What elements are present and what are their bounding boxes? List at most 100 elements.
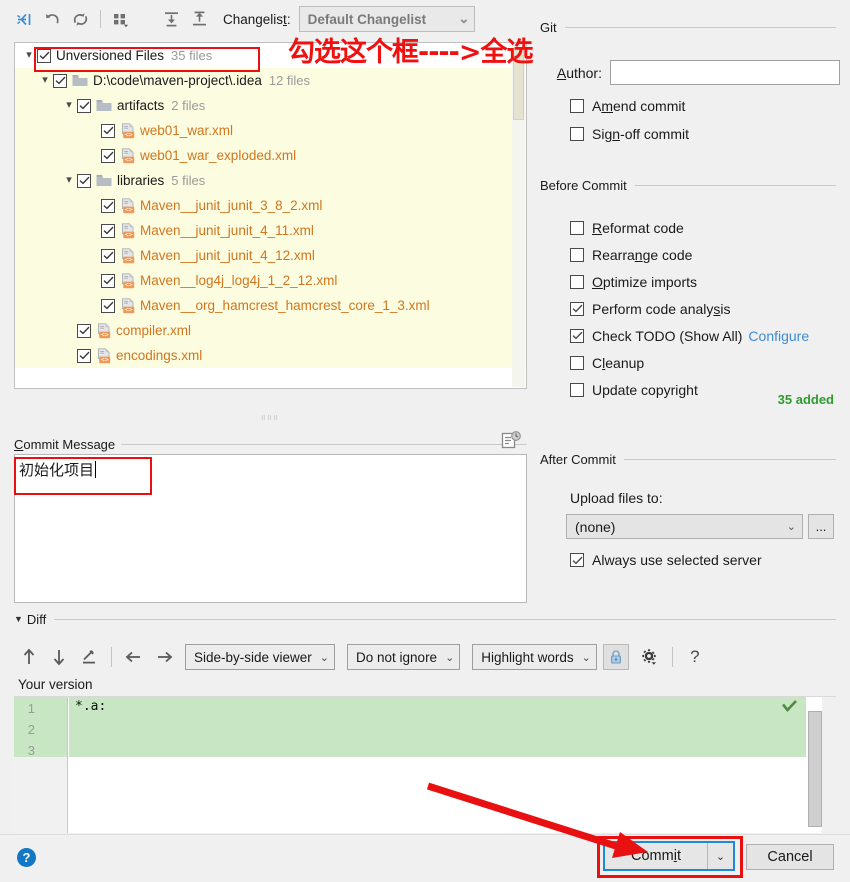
tree-node-checkbox[interactable]: [101, 223, 115, 238]
check-todo-checkbox[interactable]: Check TODO (Show All) Configure: [570, 322, 809, 349]
tree-node-checkbox[interactable]: [77, 323, 91, 338]
ignore-mode-combobox[interactable]: Do not ignore ⌄: [347, 644, 461, 670]
update-copyright-checkbox[interactable]: Update copyright: [570, 376, 809, 403]
rearrange-code-label: Rearrange code: [592, 246, 693, 263]
expand-all-icon[interactable]: [157, 6, 185, 32]
changelist-value: Default Changelist: [307, 11, 427, 27]
chevron-down-icon[interactable]: ▾: [61, 100, 77, 111]
shelve-silently-icon[interactable]: [10, 6, 38, 32]
tree-node-checkbox[interactable]: [53, 73, 67, 88]
tree-node-checkbox[interactable]: [101, 148, 115, 163]
configure-link[interactable]: Configure: [748, 328, 809, 344]
checkbox-box: [570, 99, 584, 113]
tree-row[interactable]: ▾ libraries 5 files: [15, 168, 526, 193]
chevron-down-icon[interactable]: ▾: [61, 175, 77, 186]
tree-row[interactable]: <> encodings.xml: [15, 343, 526, 368]
always-use-selected-server-checkbox[interactable]: Always use selected server: [570, 550, 762, 570]
tree-node-checkbox[interactable]: [101, 298, 115, 313]
diff-section-header[interactable]: ▼ Diff: [14, 611, 836, 627]
tree-node-label: encodings.xml: [116, 348, 203, 363]
upload-server-combobox[interactable]: (none) ⌄: [566, 514, 803, 539]
changelist-combobox[interactable]: Default Changelist ⌄: [298, 6, 475, 32]
tree-node-label: D:\code\maven-project\.idea: [93, 73, 262, 88]
tree-node-checkbox[interactable]: [101, 273, 115, 288]
diff-toolbar: Side-by-side viewer ⌄ Do not ignore ⌄ Hi…: [14, 641, 814, 673]
tree-node-checkbox[interactable]: [77, 98, 91, 113]
folder-icon: [96, 174, 112, 188]
svg-text:<>: <>: [125, 205, 133, 213]
chevron-down-icon[interactable]: ▾: [21, 50, 37, 61]
browse-servers-button[interactable]: ...: [808, 514, 834, 539]
xml-file-icon: <>: [120, 222, 136, 239]
tree-row[interactable]: <> Maven__org_hamcrest_hamcrest_core_1_3.…: [15, 293, 526, 318]
next-difference-icon[interactable]: [44, 644, 74, 670]
tree-row[interactable]: ▾ artifacts 2 files: [15, 93, 526, 118]
tree-row[interactable]: <> Maven__junit_junit_4_12.xml: [15, 243, 526, 268]
tree-node-checkbox[interactable]: [77, 173, 91, 188]
tree-vertical-scrollbar[interactable]: [512, 44, 525, 387]
tree-node-label: Unversioned Files: [56, 48, 165, 63]
svg-text:<>: <>: [125, 280, 133, 288]
tree-node-label: web01_war.xml: [140, 123, 234, 138]
optimize-imports-label: Optimize imports: [592, 273, 698, 290]
cancel-button[interactable]: Cancel: [746, 844, 834, 870]
tree-node-checkbox[interactable]: [77, 348, 91, 363]
annotation-red-text: 勾选这个框---->全选: [288, 37, 533, 68]
tree-node-label: Maven__junit_junit_4_12.xml: [140, 248, 315, 263]
always-use-selected-server-label: Always use selected server: [592, 552, 762, 568]
tree-row[interactable]: <> compiler.xml: [15, 318, 526, 343]
group-by-icon[interactable]: [107, 6, 135, 32]
tree-node-checkbox[interactable]: [101, 198, 115, 213]
apply-right-icon[interactable]: [149, 644, 179, 670]
tree-node-label: compiler.xml: [116, 323, 192, 338]
refresh-icon[interactable]: [66, 6, 94, 32]
rollback-icon[interactable]: [38, 6, 66, 32]
chevron-down-icon[interactable]: ▾: [37, 75, 53, 86]
reformat-code-checkbox[interactable]: Reformat code: [570, 214, 809, 241]
sign-off-commit-checkbox[interactable]: Sign-off commit: [570, 124, 689, 144]
after-commit-group-header: After Commit: [540, 452, 836, 467]
gear-icon[interactable]: [635, 644, 665, 670]
tree-row[interactable]: <> Maven__junit_junit_3_8_2.xml: [15, 193, 526, 218]
author-input[interactable]: [610, 60, 840, 85]
history-icon[interactable]: [500, 430, 522, 450]
check-todo-label: Check TODO (Show All): [592, 327, 743, 344]
horizontal-splitter[interactable]: ⣿⣿⣿: [255, 415, 285, 423]
perform-code-analysis-checkbox[interactable]: Perform code analysis: [570, 295, 809, 322]
tree-row[interactable]: <> web01_war.xml: [15, 118, 526, 143]
checkbox-box: [570, 220, 584, 235]
help-icon[interactable]: ?: [17, 848, 36, 867]
collapse-all-icon[interactable]: [185, 6, 213, 32]
xml-file-icon: <>: [120, 272, 136, 289]
editor-vertical-scrollbar[interactable]: [808, 711, 822, 827]
commit-options-dropdown[interactable]: ⌄: [707, 843, 733, 869]
viewer-mode-combobox[interactable]: Side-by-side viewer ⌄: [185, 644, 336, 670]
tree-row[interactable]: ▾ D:\code\maven-project\.idea 12 files: [15, 68, 526, 93]
tree-node-checkbox[interactable]: [37, 48, 51, 63]
cleanup-checkbox[interactable]: Cleanup: [570, 349, 809, 376]
lock-icon[interactable]: [602, 644, 629, 670]
line-number: 2: [27, 722, 35, 737]
help-icon[interactable]: ?: [680, 644, 710, 670]
amend-commit-checkbox[interactable]: Amend commit: [570, 96, 689, 116]
edit-pencil-icon[interactable]: [74, 644, 104, 670]
tree-row[interactable]: <> web01_war_exploded.xml: [15, 143, 526, 168]
highlight-mode-combobox[interactable]: Highlight words ⌄: [472, 644, 597, 670]
previous-difference-icon[interactable]: [14, 644, 44, 670]
optimize-imports-checkbox[interactable]: Optimize imports: [570, 268, 809, 295]
toolbar-divider: [671, 647, 673, 667]
gutter-added-highlight: [14, 697, 67, 757]
tree-node-checkbox[interactable]: [101, 123, 115, 138]
rearrange-code-checkbox[interactable]: Rearrange code: [570, 241, 809, 268]
xml-file-icon: <>: [120, 122, 136, 139]
checkbox-box: [570, 247, 584, 262]
tree-node-checkbox[interactable]: [101, 248, 115, 263]
commit-message-value: 初始化项目: [19, 461, 97, 479]
changes-tree[interactable]: ▾ Unversioned Files 35 files ▾ D:\code\maven…: [14, 42, 527, 389]
tree-row[interactable]: <> Maven__log4j_log4j_1_2_12.xml: [15, 268, 526, 293]
apply-left-icon[interactable]: [119, 644, 149, 670]
author-row: Author:: [540, 60, 840, 85]
update-copyright-label: Update copyright: [592, 381, 698, 398]
commit-message-input[interactable]: 初始化项目: [14, 454, 527, 603]
tree-row[interactable]: <> Maven__junit_junit_4_11.xml: [15, 218, 526, 243]
